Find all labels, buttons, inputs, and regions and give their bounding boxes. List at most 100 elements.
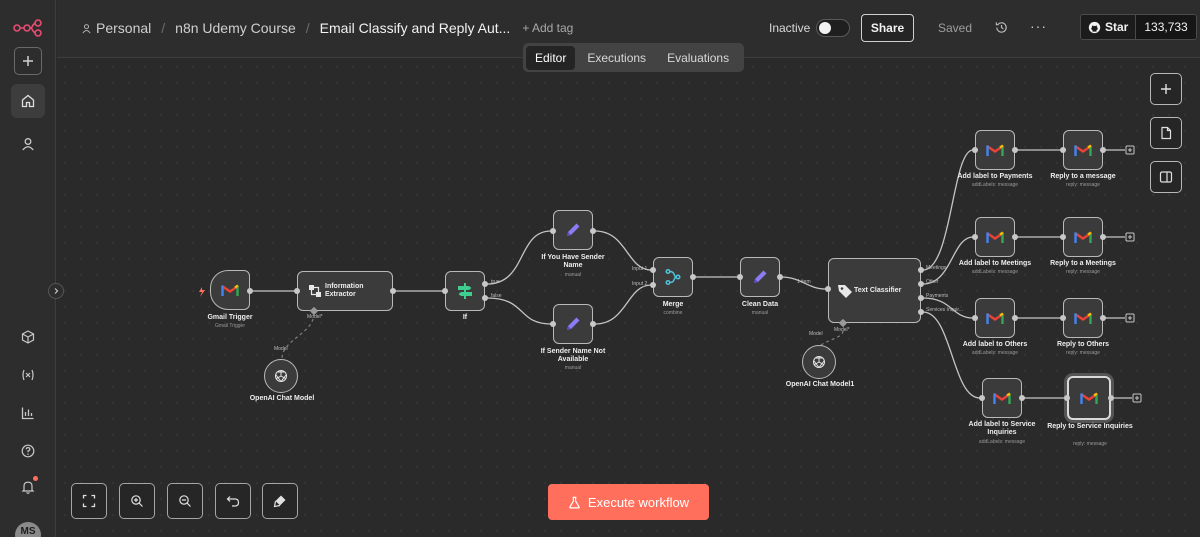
n8n-logo-icon[interactable] xyxy=(13,18,43,38)
port-merge-out[interactable] xyxy=(690,274,696,280)
port-label: Input 1 xyxy=(632,266,648,272)
clear-execution-button[interactable] xyxy=(262,483,298,519)
port-if-false[interactable] xyxy=(482,295,488,301)
port-classifier-in[interactable] xyxy=(825,286,831,292)
node-if[interactable] xyxy=(445,271,485,311)
github-star-widget[interactable]: Star 133,733 xyxy=(1080,14,1197,40)
node-reply-others[interactable] xyxy=(1063,298,1103,338)
port-sendername-in[interactable] xyxy=(550,228,556,234)
port-in[interactable] xyxy=(1060,147,1066,153)
node-label: Reply to a Meetings xyxy=(1050,260,1116,267)
breadcrumb-project[interactable]: n8n Udemy Course xyxy=(175,20,296,36)
sticky-note-icon xyxy=(1161,126,1172,140)
zoom-out-icon xyxy=(179,495,191,507)
port-out[interactable] xyxy=(1012,147,1018,153)
port-if-in[interactable] xyxy=(442,288,448,294)
history-icon[interactable] xyxy=(994,20,1009,35)
node-label: Reply to Service Inquiries xyxy=(1047,423,1133,430)
active-toggle[interactable] xyxy=(816,19,850,37)
port-in[interactable] xyxy=(972,315,978,321)
port-in[interactable] xyxy=(1060,315,1066,321)
share-button[interactable]: Share xyxy=(861,14,914,42)
port-out[interactable] xyxy=(1100,315,1106,321)
port-clean-out[interactable] xyxy=(777,274,783,280)
sidebar-item-help[interactable] xyxy=(11,434,45,468)
node-add-label-meetings[interactable] xyxy=(975,217,1015,257)
node-if-sender-name-not-available[interactable] xyxy=(553,304,593,344)
execute-workflow-button[interactable]: Execute workflow xyxy=(548,484,709,520)
port-in[interactable] xyxy=(972,234,978,240)
tag-icon xyxy=(838,284,852,298)
sidebar-item-overview[interactable] xyxy=(11,84,45,118)
user-icon xyxy=(82,23,91,33)
port-senderna-in[interactable] xyxy=(550,321,556,327)
breadcrumb-personal[interactable]: Personal xyxy=(96,20,151,36)
port-in[interactable] xyxy=(1060,234,1066,240)
zoom-out-button[interactable] xyxy=(167,483,203,519)
node-reply-meetings[interactable] xyxy=(1063,217,1103,257)
port-classifier-out-meetings[interactable] xyxy=(918,267,924,273)
port-classifier-out-payments[interactable] xyxy=(918,295,924,301)
port-out[interactable] xyxy=(1012,315,1018,321)
port-classifier-out-services[interactable] xyxy=(918,309,924,315)
add-tag-button[interactable]: + Add tag xyxy=(522,21,573,35)
node-sub: manual xyxy=(564,365,582,371)
fit-view-button[interactable] xyxy=(71,483,107,519)
port-merge-in2[interactable] xyxy=(650,282,656,288)
node-merge[interactable] xyxy=(653,257,693,297)
port-out[interactable] xyxy=(1100,147,1106,153)
sidebar-item-personal[interactable] xyxy=(11,127,45,161)
toggle-panel-button[interactable] xyxy=(1150,161,1182,193)
port-in[interactable] xyxy=(1064,395,1070,401)
undo-button[interactable] xyxy=(215,483,251,519)
sidebar-item-templates[interactable] xyxy=(11,320,45,354)
gmail-icon xyxy=(1074,231,1092,243)
node-label: Text Classifier xyxy=(854,287,902,294)
sidebar-item-variables[interactable] xyxy=(11,358,45,392)
more-icon[interactable]: ··· xyxy=(1030,19,1046,35)
node-clean-data[interactable] xyxy=(740,257,780,297)
node-openai-chat-model1[interactable] xyxy=(802,345,836,379)
node-gmail-trigger[interactable] xyxy=(210,270,250,310)
port-out[interactable] xyxy=(1108,395,1114,401)
node-reply-message[interactable] xyxy=(1063,130,1103,170)
port-out[interactable] xyxy=(1019,395,1025,401)
port-senderna-out[interactable] xyxy=(590,321,596,327)
port-in[interactable] xyxy=(979,395,985,401)
port-if-true[interactable] xyxy=(482,281,488,287)
workflow-canvas[interactable]: Gmail Trigger Gmail Trigger Information … xyxy=(57,59,1200,537)
node-openai-chat-model[interactable] xyxy=(264,359,298,393)
n8n-editor-app: MS Personal / n8n Udemy Course / Email C… xyxy=(0,0,1200,537)
plus-icon xyxy=(1161,84,1171,94)
tab-executions[interactable]: Executions xyxy=(578,46,655,70)
zoom-in-button[interactable] xyxy=(119,483,155,519)
add-node-button[interactable] xyxy=(1150,73,1182,105)
port-trigger-out[interactable] xyxy=(247,288,253,294)
port-extractor-in[interactable] xyxy=(294,288,300,294)
port-in[interactable] xyxy=(972,147,978,153)
create-button[interactable] xyxy=(14,47,42,75)
node-if-you-have-sender-name[interactable] xyxy=(553,210,593,250)
port-extractor-out[interactable] xyxy=(390,288,396,294)
sidebar-item-insights[interactable] xyxy=(11,396,45,430)
port-classifier-out-other[interactable] xyxy=(918,281,924,287)
node-add-label-service[interactable] xyxy=(982,378,1022,418)
help-icon xyxy=(21,444,35,458)
node-reply-service[interactable] xyxy=(1067,376,1111,420)
github-star-button[interactable]: Star xyxy=(1081,15,1137,39)
port-clean-in[interactable] xyxy=(737,274,743,280)
node-add-label-payments[interactable] xyxy=(975,130,1015,170)
node-add-label-others[interactable] xyxy=(975,298,1015,338)
workflow-title[interactable]: Email Classify and Reply Aut... xyxy=(320,20,511,36)
port-out[interactable] xyxy=(1012,234,1018,240)
avatar[interactable]: MS xyxy=(15,522,41,537)
sidebar-collapse-button[interactable] xyxy=(48,283,64,299)
tab-evaluations[interactable]: Evaluations xyxy=(658,46,738,70)
tab-editor[interactable]: Editor xyxy=(526,45,576,70)
port-out[interactable] xyxy=(1100,234,1106,240)
add-sticky-note-button[interactable] xyxy=(1150,117,1182,149)
port-merge-in1[interactable] xyxy=(650,267,656,273)
node-label: Add label to Payments xyxy=(957,173,1033,180)
port-sendername-out[interactable] xyxy=(590,228,596,234)
sidebar-item-notifications[interactable] xyxy=(11,470,45,504)
